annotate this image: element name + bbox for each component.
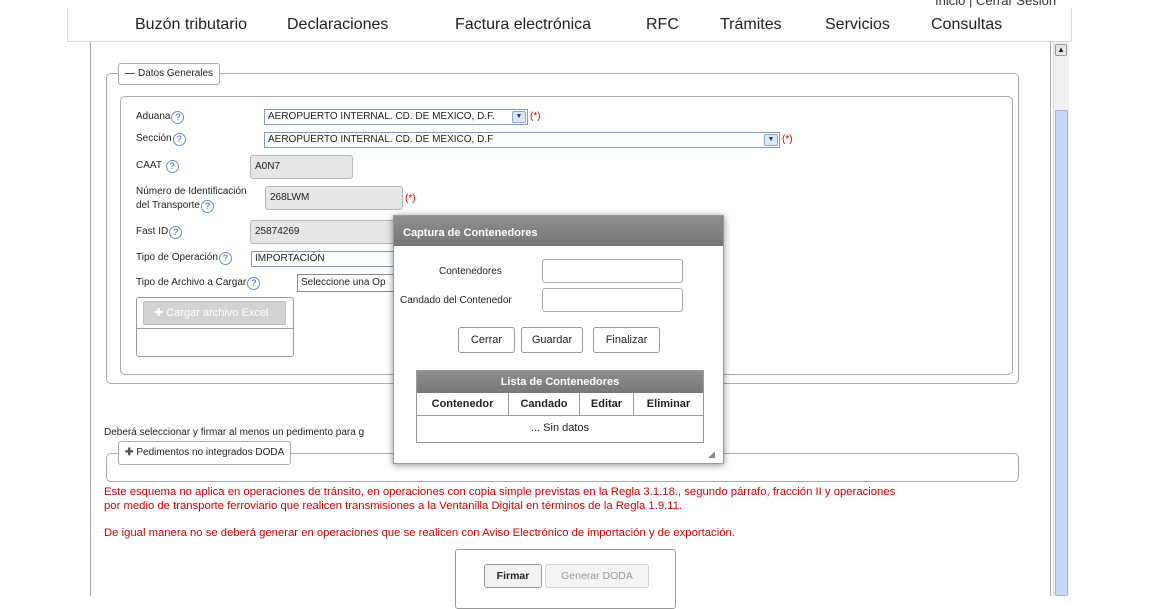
help-icon[interactable]: ? <box>169 226 183 239</box>
fast-id-label-text: Fast ID <box>136 226 169 237</box>
help-icon[interactable]: ? <box>218 252 232 265</box>
help-icon[interactable]: ? <box>172 133 186 146</box>
seccion-label-text: Sección <box>136 133 172 144</box>
cargar-excel-button[interactable]: ✚ Cargar archivo Excel <box>143 301 286 325</box>
cargar-excel-label: Cargar archivo Excel <box>166 307 269 319</box>
transporte-label-line1: Número de Identificación <box>136 186 247 197</box>
col-eliminar[interactable]: Eliminar <box>634 393 703 416</box>
minus-icon: — <box>125 68 135 79</box>
aduana-value: AEROPUERTO INTERNAL. CD. DE MEXICO, D.F. <box>268 111 495 122</box>
table-header-row: Contenedor Candado Editar Eliminar <box>417 393 703 416</box>
chevron-down-icon[interactable]: ▼ <box>764 134 778 146</box>
aduana-label-text: Aduana <box>136 111 171 122</box>
seccion-value: AEROPUERTO INTERNAL. CD. DE MEXICO, D.F <box>268 134 494 145</box>
aduana-required: (*) <box>530 111 541 122</box>
table-title: Lista de Contenedores <box>417 371 703 393</box>
nav-tramites[interactable]: Trámites <box>720 16 782 34</box>
help-icon[interactable]: ? <box>165 160 179 173</box>
transporte-field: 268LWM <box>265 186 403 210</box>
plus-icon: ✚ <box>125 447 134 458</box>
chevron-down-icon[interactable]: ▼ <box>512 111 526 123</box>
nav-consultas[interactable]: Consultas <box>931 16 1002 34</box>
transporte-label-line2: del Transporte <box>136 200 200 211</box>
guardar-button[interactable]: Guardar <box>521 327 583 353</box>
caat-label-text: CAAT <box>136 160 162 171</box>
nav-buzon-tributario[interactable]: Buzón tributario <box>135 16 247 34</box>
tipo-operacion-label: Tipo de Operación? <box>136 252 232 265</box>
warning-line-2: por medio de transporte ferroviario que … <box>104 500 683 512</box>
warning-line-1: Este esquema no aplica en operaciones de… <box>104 486 896 498</box>
help-icon[interactable]: ? <box>247 277 261 290</box>
help-icon[interactable]: ? <box>200 200 214 213</box>
help-icon[interactable]: ? <box>171 111 185 124</box>
candado-input[interactable] <box>542 288 683 312</box>
nav-declaraciones[interactable]: Declaraciones <box>287 16 388 34</box>
tipo-operacion-select[interactable]: IMPORTACIÓN <box>251 251 397 267</box>
aduana-label: Aduana? <box>136 111 185 124</box>
aduana-select[interactable]: AEROPUERTO INTERNAL. CD. DE MEXICO, D.F.… <box>264 109 528 125</box>
transporte-required: (*) <box>405 193 416 204</box>
transporte-label: Número de Identificación del Transporte? <box>136 185 247 213</box>
generar-doda-button[interactable]: Generar DODA <box>545 564 649 588</box>
seccion-select[interactable]: AEROPUERTO INTERNAL. CD. DE MEXICO, D.F … <box>264 132 780 148</box>
tipo-archivo-label-text: Tipo de Archivo a Cargar <box>136 277 247 288</box>
captura-contenedores-dialog: Captura de Contenedores Contenedores Can… <box>393 215 724 464</box>
table-empty-row: ... Sin datos <box>530 422 590 434</box>
fast-id-label: Fast ID? <box>136 226 183 239</box>
content-frame-left <box>90 42 91 596</box>
cerrar-button[interactable]: Cerrar <box>458 327 515 353</box>
content-frame-right <box>1050 42 1051 596</box>
datos-generales-legend: Datos Generales <box>138 68 214 79</box>
dialog-title[interactable]: Captura de Contenedores <box>394 216 723 246</box>
pedimentos-toggle[interactable]: ✚ Pedimentos no integrados DODA <box>118 441 292 465</box>
main-nav: Buzón tributario Declaraciones Factura e… <box>67 8 1072 42</box>
tipo-archivo-select[interactable]: Seleccione una Op <box>297 274 397 292</box>
fast-id-field: 25874269 <box>250 220 398 244</box>
scroll-up-icon[interactable]: ▲ <box>1055 44 1067 56</box>
contenedores-label: Contenedores <box>439 266 502 277</box>
nav-factura-electronica[interactable]: Factura electrónica <box>455 16 591 34</box>
candado-label: Candado del Contenedor <box>400 295 512 306</box>
nav-servicios[interactable]: Servicios <box>825 16 890 34</box>
datos-generales-toggle[interactable]: — Datos Generales <box>118 63 221 85</box>
pedimentos-legend: Pedimentos no integrados DODA <box>136 447 285 458</box>
scrollbar-thumb[interactable] <box>1055 110 1068 596</box>
col-editar[interactable]: Editar <box>580 393 634 416</box>
firmar-button[interactable]: Firmar <box>484 564 542 588</box>
upload-divider <box>137 328 293 329</box>
col-contenedor[interactable]: Contenedor <box>417 393 509 416</box>
pedimentos-notice: Deberá seleccionar y firmar al menos un … <box>104 427 365 438</box>
top-links[interactable]: Inicio | Cerrar Sesión <box>935 0 1056 8</box>
finalizar-button[interactable]: Finalizar <box>593 327 660 353</box>
tipo-operacion-label-text: Tipo de Operación <box>136 252 218 263</box>
contenedores-input[interactable] <box>542 259 683 283</box>
resize-grip-icon[interactable]: ◢ <box>708 450 715 459</box>
seccion-label: Sección? <box>136 133 186 146</box>
tipo-archivo-label: Tipo de Archivo a Cargar? <box>136 277 261 290</box>
warning-line-3: De igual manera no se deberá generar en … <box>104 527 735 539</box>
caat-field: A0N7 <box>250 155 353 179</box>
contenedores-table: Lista de Contenedores Contenedor Candado… <box>416 370 704 443</box>
seccion-required: (*) <box>782 134 793 145</box>
caat-label: CAAT ? <box>136 160 179 173</box>
col-candado[interactable]: Candado <box>509 393 580 416</box>
nav-rfc[interactable]: RFC <box>646 16 679 34</box>
plus-icon: ✚ <box>154 307 164 319</box>
